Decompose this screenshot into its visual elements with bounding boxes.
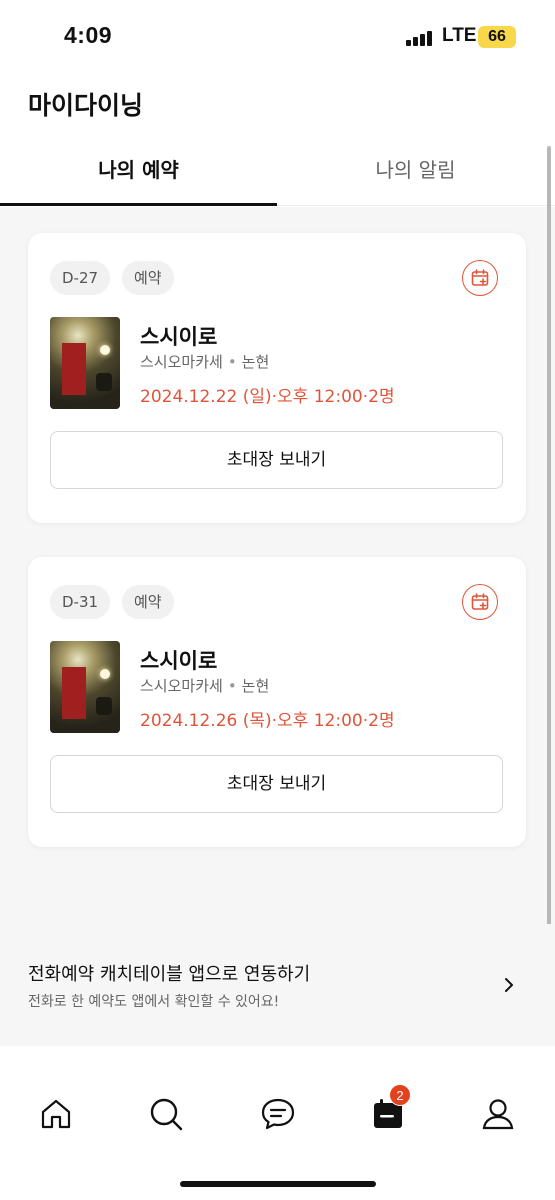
dday-badge: D-31 [50,585,111,619]
chevron-right-icon [505,978,513,992]
reservation-datetime: 2024.12.26 (목)·오후 12:00·2명 [140,711,395,731]
add-to-calendar-button[interactable] [462,584,498,620]
nav-profile[interactable] [478,1094,518,1134]
calendar-add-icon [471,269,489,286]
reservation-type-badge: 예약 [122,261,174,295]
separator-dot: • [227,677,237,695]
signal-icon [406,30,434,46]
profile-icon [482,1099,514,1130]
link-banner-subtitle: 전화로 한 예약도 앱에서 확인할 수 있어요! [28,994,280,1010]
separator-dot: • [227,353,237,371]
restaurant-meta: 스시오마카세 • 논현 [140,351,269,372]
chat-icon [261,1098,295,1130]
send-invitation-button[interactable]: 초대장 보내기 [50,755,503,813]
battery-icon: 66 [478,26,516,48]
status-bar: 4:09 LTE 66 [0,0,555,72]
restaurant-name[interactable]: 스시이로 [140,645,217,675]
restaurant-category: 스시오마카세 [140,353,223,371]
dday-badge: D-27 [50,261,111,295]
reservation-card[interactable]: D-31 예약 스시이로 스시오마카세 • 논현 2024.12.26 (목)·오후… [28,557,526,847]
restaurant-thumbnail[interactable] [50,317,120,409]
restaurant-area: 논현 [241,677,270,695]
reservation-card[interactable]: D-27 예약 스시이로 스시오마카세 • 논현 2024.12.22 (일)·오후… [28,233,526,523]
phone-reservation-link-banner[interactable]: 전화예약 캐치테이블 앱으로 연동하기 전화로 한 예약도 앱에서 확인할 수 … [0,924,555,1046]
tab-my-notifications[interactable]: 나의 알림 [277,140,554,206]
restaurant-area: 논현 [241,353,270,371]
restaurant-thumbnail[interactable] [50,641,120,733]
nav-chat[interactable] [258,1094,298,1134]
nav-my-dining[interactable]: 2 [368,1084,411,1134]
tab-my-reservations[interactable]: 나의 예약 [0,140,277,206]
network-label: LTE [442,25,477,46]
bottom-navigation: 2 [0,1046,555,1200]
restaurant-name[interactable]: 스시이로 [140,321,217,351]
notification-badge: 2 [389,1084,411,1106]
nav-search[interactable] [146,1094,186,1134]
search-icon [150,1098,183,1131]
home-icon [41,1099,71,1129]
reservation-type-badge: 예약 [122,585,174,619]
reservation-list: D-27 예약 스시이로 스시오마카세 • 논현 2024.12.22 (일)·오후… [0,207,555,924]
restaurant-category: 스시오마카세 [140,677,223,695]
status-time: 4:09 [64,22,113,48]
restaurant-meta: 스시오마카세 • 논현 [140,675,269,696]
nav-home[interactable] [36,1094,76,1134]
tab-bar: 나의 예약 나의 알림 [0,140,555,206]
page-title: 마이다이닝 [28,91,144,120]
home-indicator[interactable] [180,1181,376,1187]
send-invitation-button[interactable]: 초대장 보내기 [50,431,503,489]
reservation-datetime: 2024.12.22 (일)·오후 12:00·2명 [140,387,395,407]
link-banner-title: 전화예약 캐치테이블 앱으로 연동하기 [28,964,311,985]
add-to-calendar-button[interactable] [462,260,498,296]
calendar-add-icon [471,593,489,610]
